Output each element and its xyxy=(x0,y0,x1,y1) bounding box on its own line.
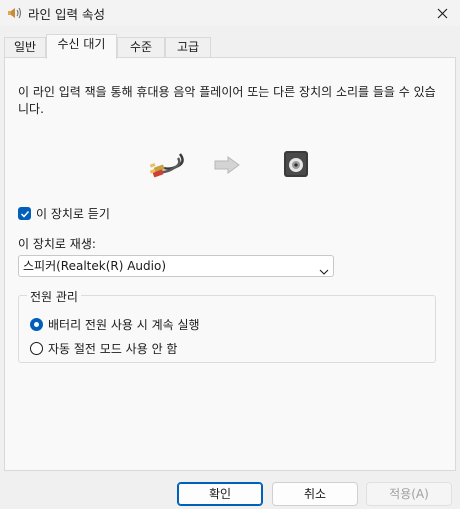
listen-checkbox[interactable] xyxy=(18,207,31,220)
tab-levels[interactable]: 수준 xyxy=(117,37,165,58)
listen-checkbox-label: 이 장치로 듣기 xyxy=(36,207,110,221)
radio-row-disable-sleep[interactable]: 자동 절전 모드 사용 안 함 xyxy=(30,340,177,357)
radio-label-keep-running: 배터리 전원 사용 시 계속 실행 xyxy=(48,318,200,332)
checkmark-icon xyxy=(20,210,29,218)
ok-button[interactable]: 확인 xyxy=(177,482,263,506)
radio-disable-sleep[interactable] xyxy=(30,342,43,355)
tab-advanced[interactable]: 고급 xyxy=(165,37,211,58)
listen-checkbox-row[interactable]: 이 장치로 듣기 xyxy=(18,205,110,222)
speaker-icon xyxy=(7,6,23,23)
apply-button[interactable]: 적용(A) xyxy=(366,482,452,506)
playback-label: 이 장치로 재생: xyxy=(18,237,96,251)
tab-general[interactable]: 일반 xyxy=(4,37,46,58)
speaker-device-icon xyxy=(283,150,309,181)
radio-label-disable-sleep: 자동 절전 모드 사용 안 함 xyxy=(48,342,178,356)
arrow-right-icon xyxy=(214,156,240,177)
cancel-button[interactable]: 취소 xyxy=(272,482,358,506)
listen-description: 이 라인 입력 잭을 통해 휴대용 음악 플레이어 또는 다른 장치의 소리를 … xyxy=(18,85,436,116)
audio-cable-icon xyxy=(149,150,186,183)
close-icon xyxy=(437,8,447,18)
playback-device-dropdown[interactable]: 스피커(Realtek(R) Audio) xyxy=(18,255,334,277)
power-group-title: 전원 관리 xyxy=(27,288,81,305)
radio-keep-running[interactable] xyxy=(30,318,43,331)
window-title: 라인 입력 속성 xyxy=(28,7,105,22)
radio-row-keep-running[interactable]: 배터리 전원 사용 시 계속 실행 xyxy=(30,316,200,333)
close-button[interactable] xyxy=(424,0,460,26)
title-bar: 라인 입력 속성 xyxy=(0,0,460,26)
tab-listen[interactable]: 수신 대기 xyxy=(46,34,117,59)
tab-strip: 일반 수신 대기 수준 고급 xyxy=(0,34,460,59)
chevron-down-icon xyxy=(319,262,329,282)
playback-device-value: 스피커(Realtek(R) Audio) xyxy=(23,259,167,273)
